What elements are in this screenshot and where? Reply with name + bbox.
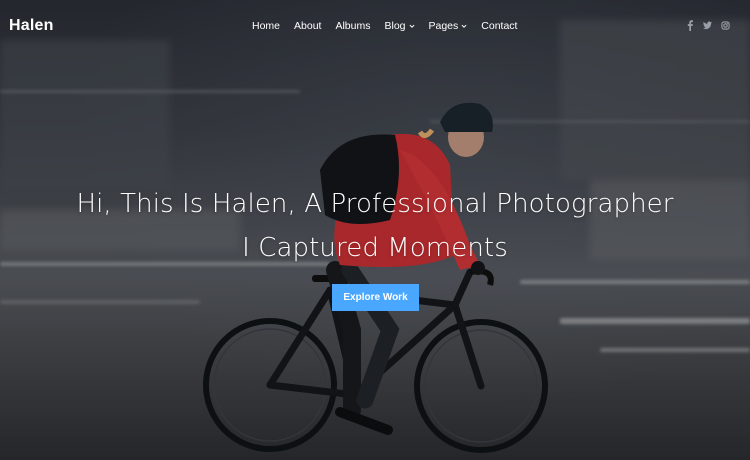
nav-item-about[interactable]: About: [294, 20, 321, 32]
nav-label: Contact: [481, 20, 518, 32]
chevron-down-icon: [461, 24, 467, 28]
chevron-down-icon: [409, 24, 414, 28]
nav-label: Albums: [335, 20, 371, 32]
nav-item-contact[interactable]: Contact: [481, 20, 517, 32]
hero-headline-line-1: Hi, This Is Halen, A Professional Photog…: [76, 189, 674, 219]
hero-background: [0, 0, 750, 460]
nav-item-blog[interactable]: Blog: [384, 20, 414, 32]
top-navbar: Halen Home About Albums Blog Pages Conta…: [0, 0, 750, 54]
nav-label: Blog: [384, 20, 406, 32]
nav-item-pages[interactable]: Pages: [429, 20, 468, 32]
nav-label: About: [294, 20, 322, 32]
nav-label: Home: [252, 20, 281, 32]
facebook-icon[interactable]: [685, 20, 694, 31]
hero-headline-line-2: I Captured Moments: [242, 233, 508, 263]
site-logo[interactable]: Halen: [9, 17, 54, 35]
nav-item-home[interactable]: Home: [252, 20, 280, 32]
social-links: [685, 20, 730, 31]
main-nav: Home About Albums Blog Pages Contact: [252, 20, 531, 32]
nav-label: Pages: [428, 20, 459, 32]
twitter-icon[interactable]: [703, 20, 712, 31]
nav-item-albums[interactable]: Albums: [335, 20, 370, 32]
explore-work-button[interactable]: Explore Work: [332, 284, 419, 311]
instagram-icon[interactable]: [721, 20, 730, 31]
